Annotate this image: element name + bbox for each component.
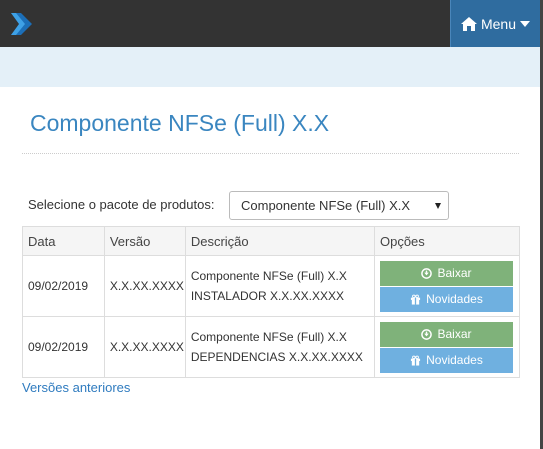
- package-select-value: Componente NFSe (Full) X.X: [241, 198, 411, 213]
- table-row: 09/02/2019 X.X.XX.XXXX Componente NFSe (…: [22, 255, 521, 317]
- menu-label: Menu: [480, 15, 517, 32]
- versions-table: Data Versão Descrição Opções 09/02/2019 …: [22, 226, 521, 378]
- subheader-band: [0, 47, 540, 87]
- download-circle-icon: [421, 328, 433, 340]
- package-select[interactable]: Componente NFSe (Full) X.X: [229, 191, 449, 220]
- download-button[interactable]: Baixar: [379, 321, 513, 347]
- cell-options: Baixar Novidades: [373, 255, 521, 317]
- column-header-options: Opções: [373, 226, 521, 256]
- description-line: DEPENDENCIAS X.X.XX.XXXX: [190, 350, 363, 364]
- page-title: Componente NFSe (Full) X.X: [30, 110, 330, 136]
- cell-date: 09/02/2019: [22, 255, 105, 317]
- older-versions-link[interactable]: Versões anteriores: [22, 380, 130, 395]
- gift-icon: [411, 294, 421, 305]
- table-header-row: Data Versão Descrição Opções: [22, 226, 521, 256]
- news-label: Novidades: [426, 292, 483, 306]
- description-line: Componente NFSe (Full) X.X: [190, 269, 347, 283]
- news-button[interactable]: Novidades: [379, 347, 513, 373]
- column-header-version: Versão: [103, 226, 186, 256]
- download-label: Baixar: [437, 327, 472, 341]
- cell-description: Componente NFSe (Full) X.X INSTALADOR X.…: [184, 255, 375, 317]
- logo-chevron-icon[interactable]: [8, 11, 34, 37]
- cell-version: X.X.XX.XXXX: [103, 255, 186, 317]
- download-button[interactable]: Baixar: [379, 260, 513, 286]
- title-divider: [22, 153, 519, 154]
- cell-options: Baixar Novidades: [373, 316, 521, 378]
- column-header-date: Data: [22, 226, 105, 256]
- download-circle-icon: [421, 267, 433, 279]
- news-button[interactable]: Novidades: [379, 286, 513, 312]
- gift-icon: [411, 355, 421, 366]
- menu-button[interactable]: Menu: [450, 0, 540, 47]
- cell-description: Componente NFSe (Full) X.X DEPENDENCIAS …: [184, 316, 375, 378]
- select-caret-icon: [435, 203, 441, 209]
- column-header-description: Descrição: [184, 226, 375, 256]
- news-label: Novidades: [426, 353, 483, 367]
- description-line: INSTALADOR X.X.XX.XXXX: [190, 289, 344, 303]
- caret-down-icon: [520, 20, 531, 27]
- description-line: Componente NFSe (Full) X.X: [190, 330, 347, 344]
- package-select-label: Selecione o pacote de produtos:: [28, 197, 215, 212]
- top-navbar: Menu: [0, 0, 543, 47]
- home-icon: [460, 16, 477, 31]
- download-label: Baixar: [437, 266, 472, 280]
- table-row: 09/02/2019 X.X.XX.XXXX Componente NFSe (…: [22, 316, 521, 378]
- cell-version: X.X.XX.XXXX: [103, 316, 186, 378]
- cell-date: 09/02/2019: [22, 316, 105, 378]
